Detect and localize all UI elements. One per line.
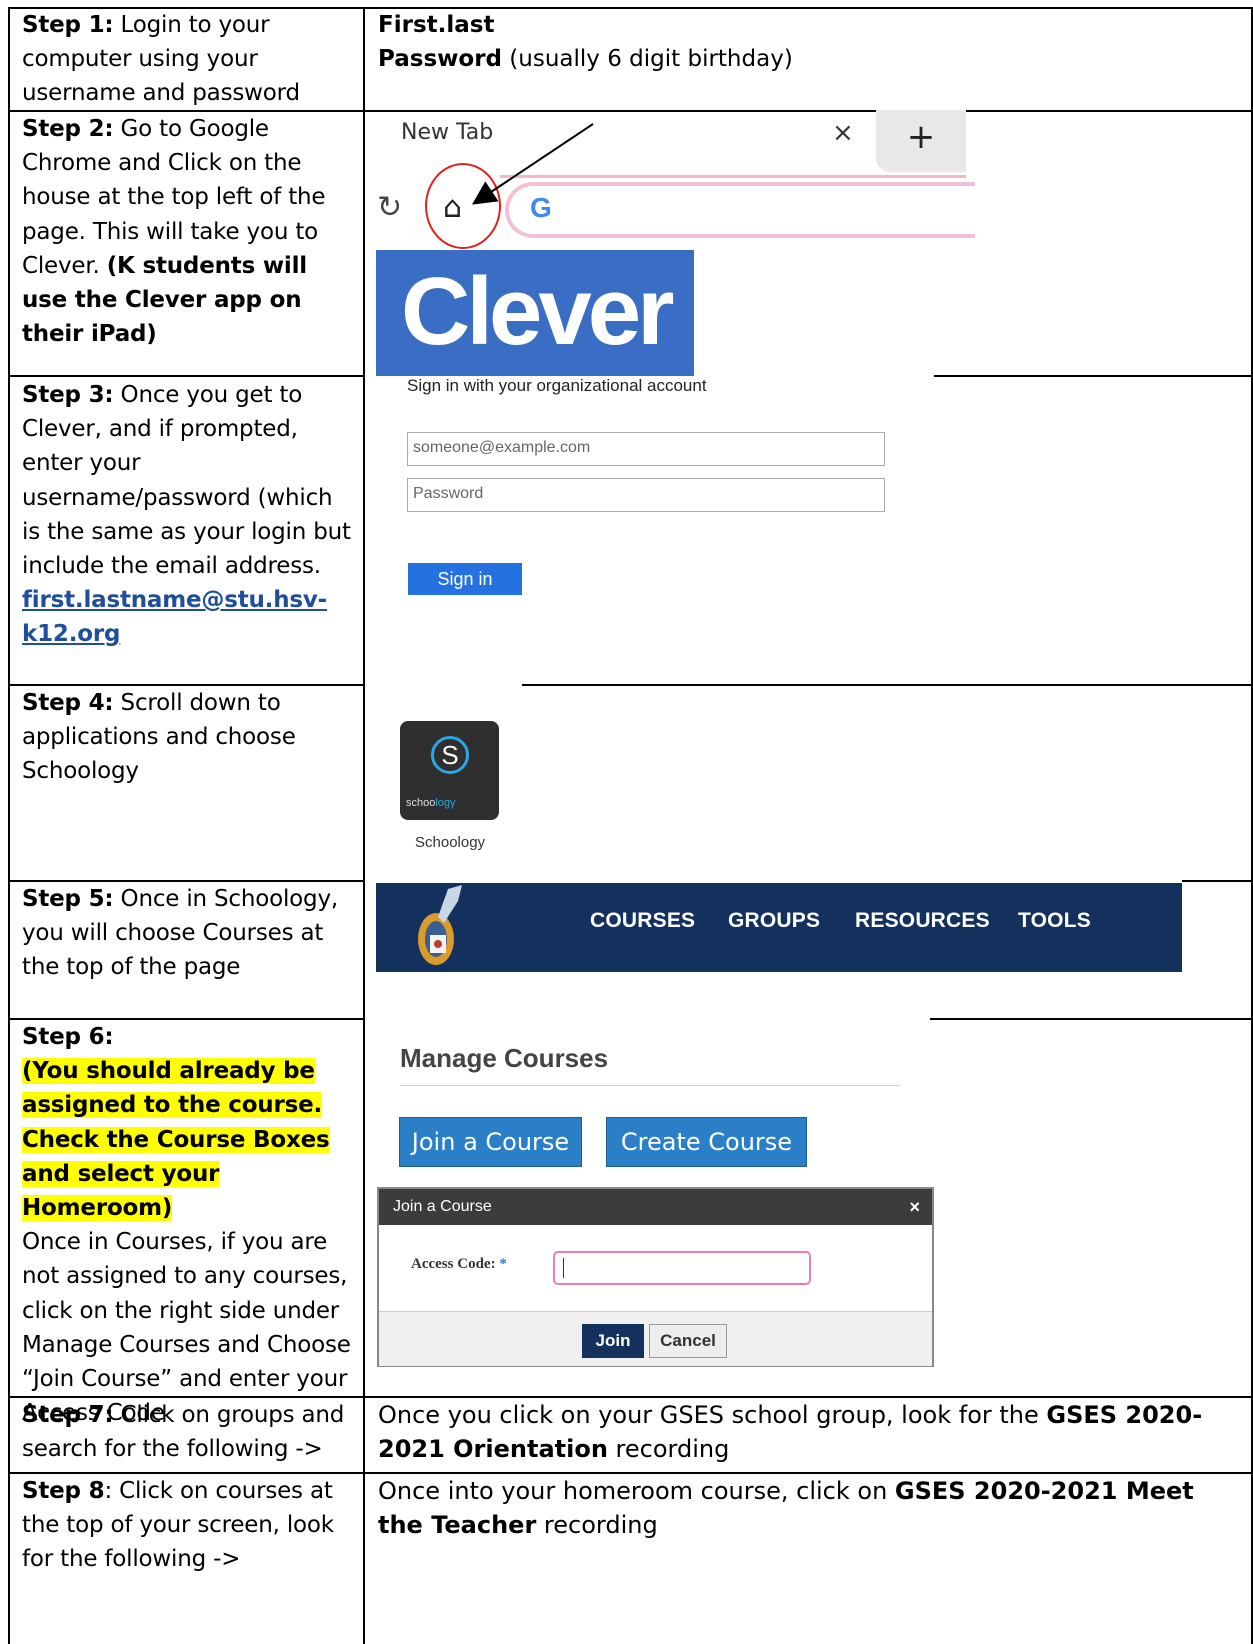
row-divider <box>8 375 364 377</box>
table-border-left <box>8 7 10 1644</box>
close-icon[interactable]: × <box>909 1189 920 1225</box>
nav-tools[interactable]: TOOLS <box>1018 909 1091 933</box>
step-8-text: Step 8: Click on courses at the top of y… <box>22 1478 334 1573</box>
schoology-app-tile[interactable]: S schoology <box>400 721 499 820</box>
manage-courses-title: Manage Courses <box>400 1043 609 1073</box>
step-7-text: Step 7: Click on groups and search for t… <box>22 1402 345 1463</box>
password-hint: Password (usually 6 digit birthday) <box>378 46 793 73</box>
row-divider <box>522 684 1252 686</box>
dialog-header: Join a Course × <box>379 1189 932 1225</box>
email-field[interactable]: someone@example.com <box>407 432 885 466</box>
signin-title: Sign in with your organizational account <box>407 376 707 395</box>
highlight-note: (You should already be assigned to the c… <box>22 1058 330 1222</box>
access-code-label: Access Code: * <box>411 1256 507 1272</box>
username-format: First.last <box>378 12 495 38</box>
step-6-text: Step 6: (You should already be assigned t… <box>22 1024 351 1427</box>
step-1-text: Step 1: Login to your computer using you… <box>22 12 300 107</box>
text-cursor <box>563 1258 564 1278</box>
signin-button[interactable]: Sign in <box>408 563 522 595</box>
step-2-text: Step 2: Go to Google Chrome and Click on… <box>22 116 326 348</box>
step-3-text: Step 3: Once you get to Clever, and if p… <box>22 382 351 648</box>
row-divider <box>934 375 1252 377</box>
instruction-table: Step 1: Login to your computer using you… <box>0 0 1253 1644</box>
join-course-dialog: Join a Course × Access Code: * Join Canc… <box>377 1187 934 1367</box>
column-divider <box>363 7 365 1644</box>
schoology-s-icon: S <box>431 736 469 774</box>
rocket-logo-icon <box>418 885 462 965</box>
tab-close-icon[interactable]: × <box>832 118 854 148</box>
email-link[interactable]: first.lastname@stu.hsv-k12.org <box>22 587 327 647</box>
step-7-instructions: Once you click on your GSES school group… <box>378 1401 1203 1463</box>
new-tab-button[interactable]: + <box>876 110 966 172</box>
step-1-credentials: First.last Password (usually 6 digit bir… <box>378 8 793 76</box>
join-button[interactable]: Join <box>582 1324 644 1358</box>
dialog-footer: Join Cancel <box>379 1311 932 1366</box>
pointer-arrow-icon <box>472 123 594 205</box>
nav-groups[interactable]: GROUPS <box>728 909 820 933</box>
schoology-wordmark: schoology <box>406 797 456 809</box>
schoology-app-label[interactable]: Schoology <box>415 834 485 851</box>
nav-resources[interactable]: RESOURCES <box>855 909 990 933</box>
schoology-nav-bar: COURSES GROUPS RESOURCES TOOLS <box>376 883 1182 972</box>
clever-wordmark: Clever <box>401 258 675 365</box>
password-field[interactable]: Password <box>407 478 885 512</box>
divider <box>400 1085 900 1086</box>
step-4-text: Step 4: Scroll down to applications and … <box>22 690 296 785</box>
dialog-title: Join a Course <box>393 1198 492 1215</box>
access-code-input[interactable] <box>553 1251 811 1285</box>
nav-courses[interactable]: COURSES <box>590 909 695 933</box>
row-divider <box>930 1018 1252 1020</box>
join-course-button[interactable]: Join a Course <box>399 1117 582 1167</box>
step-5-text: Step 5: Once in Schoology, you will choo… <box>22 886 338 981</box>
reload-icon[interactable]: ↻ <box>377 190 402 225</box>
step-8-instructions: Once into your homeroom course, click on… <box>378 1477 1194 1539</box>
step-label: Step 1: <box>22 12 114 38</box>
clever-logo: Clever <box>376 250 694 376</box>
row-divider <box>1182 880 1252 882</box>
create-course-button[interactable]: Create Course <box>606 1117 807 1167</box>
cancel-button[interactable]: Cancel <box>649 1324 727 1358</box>
